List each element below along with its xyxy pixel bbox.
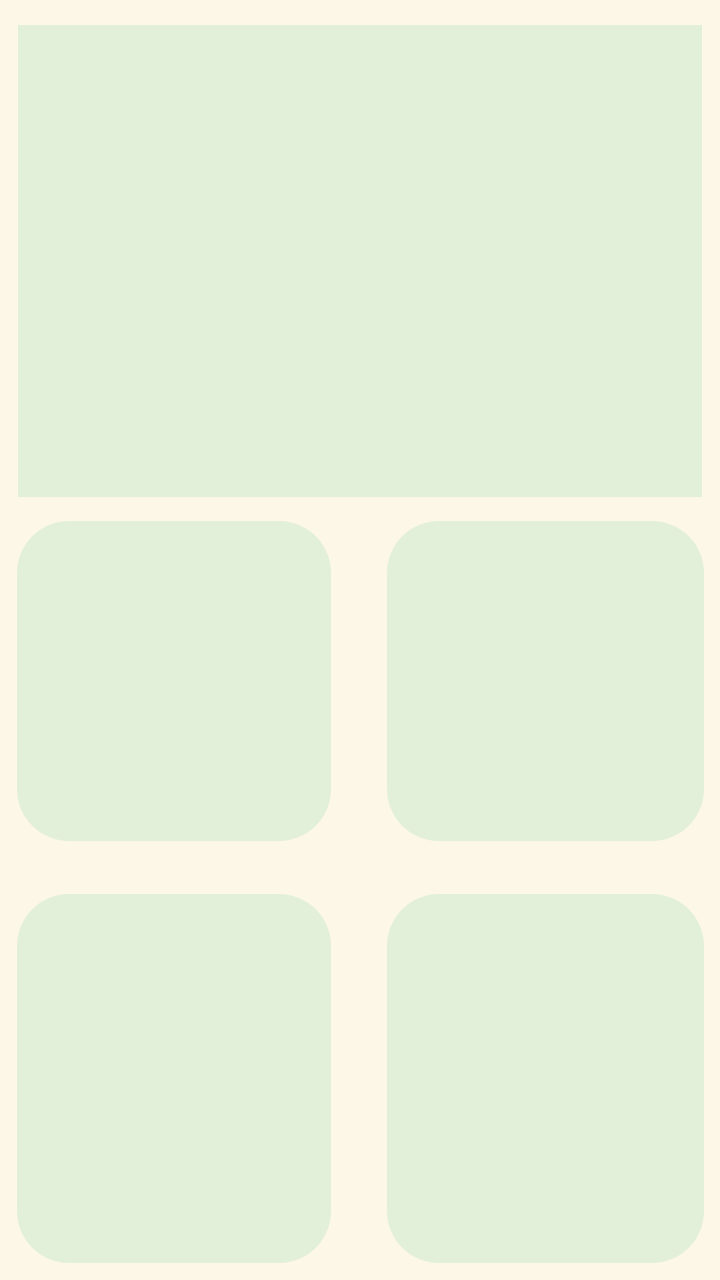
grid-tile-top-left[interactable]	[17, 521, 331, 841]
hero-placeholder-panel	[18, 25, 702, 497]
grid-tile-bottom-right[interactable]	[387, 894, 704, 1263]
app-screen	[0, 0, 720, 1280]
grid-tile-bottom-left[interactable]	[17, 894, 331, 1263]
grid-tile-top-right[interactable]	[387, 521, 704, 841]
